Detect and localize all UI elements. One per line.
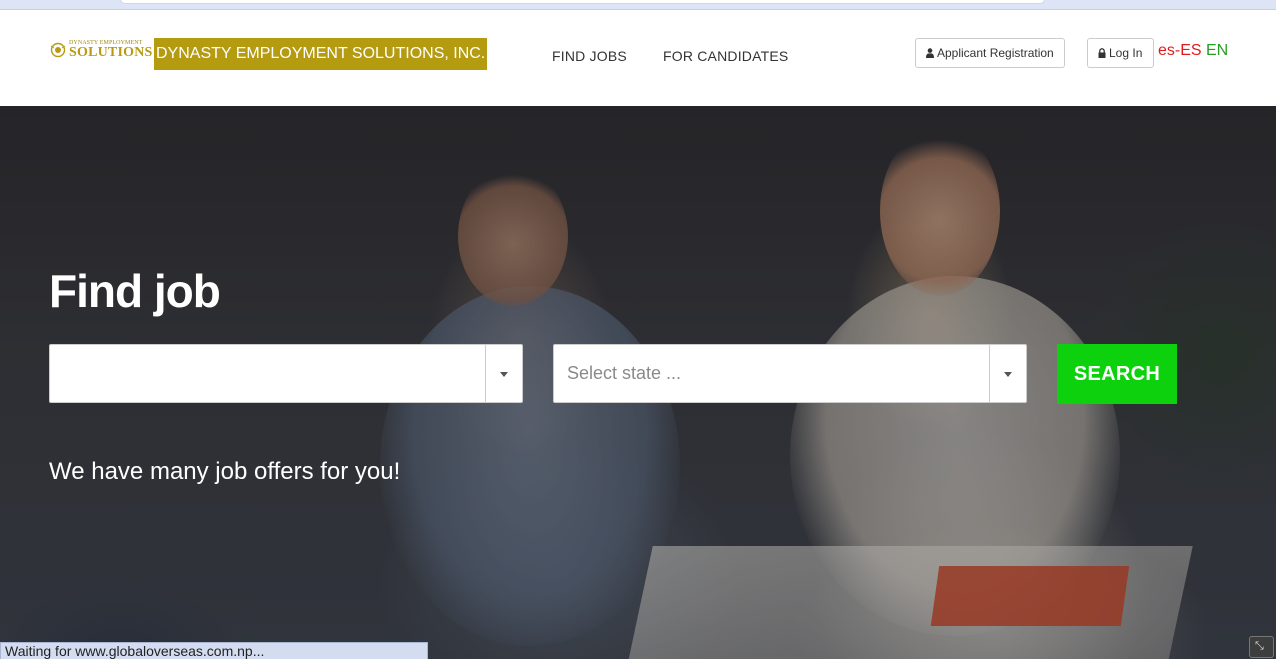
hero-title: Find job bbox=[49, 265, 221, 317]
lock-icon bbox=[1098, 48, 1106, 58]
company-logo[interactable]: DYNASTY EMPLOYMENT SOLUTIONS bbox=[49, 40, 152, 62]
logo-main-text: SOLUTIONS bbox=[69, 45, 153, 60]
hero-subtitle: We have many job offers for you! bbox=[49, 458, 401, 485]
language-en-link[interactable]: EN bbox=[1206, 42, 1228, 60]
address-bar-edge[interactable] bbox=[120, 0, 1045, 4]
hero-section: Find job Select state ... SEARCH We have… bbox=[0, 106, 1276, 659]
crest-icon bbox=[50, 42, 66, 58]
log-in-label: Log In bbox=[1109, 46, 1143, 60]
state-select-placeholder: Select state ... bbox=[567, 363, 682, 383]
caret-down-icon bbox=[1004, 372, 1012, 377]
corner-expand-icon[interactable]: ⤡ bbox=[1249, 636, 1274, 658]
caret-down-icon bbox=[500, 372, 508, 377]
language-es-link[interactable]: es-ES bbox=[1158, 42, 1202, 60]
site-header: DYNASTY EMPLOYMENT SOLUTIONS DYNASTY EMP… bbox=[0, 10, 1276, 106]
browser-toolbar-strip bbox=[0, 0, 1276, 10]
applicant-registration-button[interactable]: Applicant Registration bbox=[915, 38, 1065, 68]
job-select[interactable] bbox=[49, 344, 523, 403]
state-select-toggle[interactable] bbox=[989, 345, 1026, 402]
user-icon bbox=[926, 48, 934, 58]
nav-for-candidates[interactable]: FOR CANDIDATES bbox=[663, 48, 788, 64]
company-name-banner[interactable]: DYNASTY EMPLOYMENT SOLUTIONS, INC. bbox=[154, 38, 488, 70]
job-select-toggle[interactable] bbox=[485, 345, 522, 402]
search-button[interactable]: SEARCH bbox=[1057, 344, 1177, 404]
state-select[interactable]: Select state ... bbox=[553, 344, 1027, 403]
browser-status-bar: Waiting for www.globaloverseas.com.np... bbox=[0, 642, 428, 659]
nav-find-jobs[interactable]: FIND JOBS bbox=[552, 48, 627, 64]
log-in-button[interactable]: Log In bbox=[1087, 38, 1154, 68]
applicant-registration-label: Applicant Registration bbox=[937, 46, 1054, 60]
